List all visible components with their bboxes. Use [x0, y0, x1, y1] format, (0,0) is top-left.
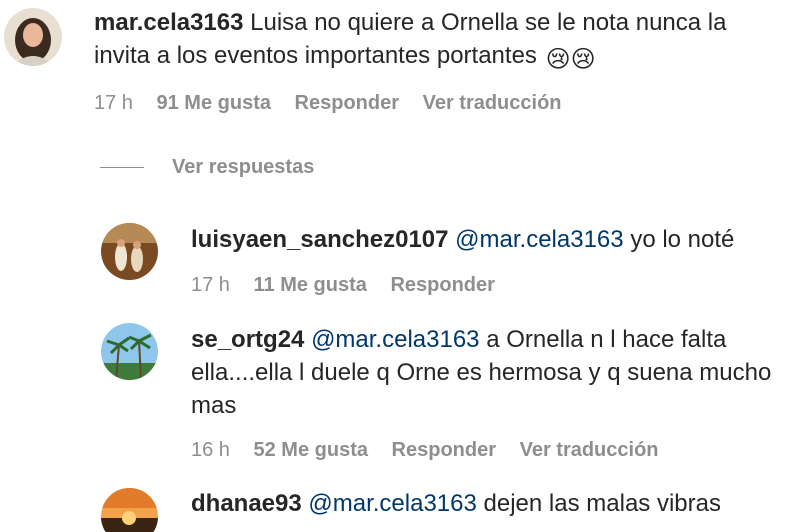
username[interactable]: dhanae93	[191, 490, 302, 517]
divider-line	[100, 166, 144, 168]
likes-count[interactable]: 52 Me gusta	[254, 439, 368, 462]
likes-count[interactable]: 91 Me gusta	[157, 92, 271, 115]
timestamp: 17 h	[94, 92, 133, 114]
reply-body: luisyaen_sanchez0107 @mar.cela3163 yo lo…	[191, 223, 791, 256]
reply-text: yo lo noté	[630, 226, 735, 253]
reply-meta: 17 h 11 Me gusta Responder	[191, 274, 513, 297]
mention-link[interactable]: @mar.cela3163	[308, 490, 476, 517]
crying-emoji-icon: 😢😢	[545, 46, 596, 73]
reply-body: dhanae93 @mar.cela3163 dejen las malas v…	[191, 487, 791, 520]
view-replies-label: Ver respuestas	[172, 155, 315, 178]
reply-button[interactable]: Responder	[392, 439, 496, 462]
reply-button[interactable]: Responder	[390, 274, 494, 297]
translate-button[interactable]: Ver traducción	[520, 439, 659, 462]
sunset-avatar[interactable]	[101, 488, 158, 532]
mention-link[interactable]: @mar.cela3163	[311, 326, 479, 353]
timestamp: 16 h	[191, 439, 230, 461]
reply-meta: 16 h 52 Me gusta Responder Ver traducció…	[191, 439, 677, 462]
reply-body: se_ortg24 @mar.cela3163 a Ornella n l ha…	[191, 323, 787, 422]
view-replies-button[interactable]: Ver respuestas	[100, 152, 314, 182]
likes-count[interactable]: 11 Me gusta	[254, 274, 367, 297]
comment-body: mar.cela3163 Luisa no quiere a Ornella s…	[94, 6, 774, 76]
woman-portrait-avatar[interactable]	[4, 8, 62, 66]
palm-trees-avatar[interactable]	[101, 323, 158, 380]
username[interactable]: mar.cela3163	[94, 9, 243, 36]
reply-button[interactable]: Responder	[295, 92, 399, 115]
mention-link[interactable]: @mar.cela3163	[455, 226, 623, 253]
people-photo-avatar[interactable]	[101, 223, 158, 280]
timestamp: 17 h	[191, 274, 230, 296]
username[interactable]: luisyaen_sanchez0107	[191, 226, 449, 253]
username[interactable]: se_ortg24	[191, 326, 304, 353]
comments-thread: mar.cela3163 Luisa no quiere a Ornella s…	[0, 0, 800, 532]
reply-text: dejen las malas vibras	[483, 490, 721, 517]
translate-button[interactable]: Ver traducción	[423, 92, 562, 115]
comment-meta: 17 h 91 Me gusta Responder Ver traducció…	[94, 92, 580, 115]
